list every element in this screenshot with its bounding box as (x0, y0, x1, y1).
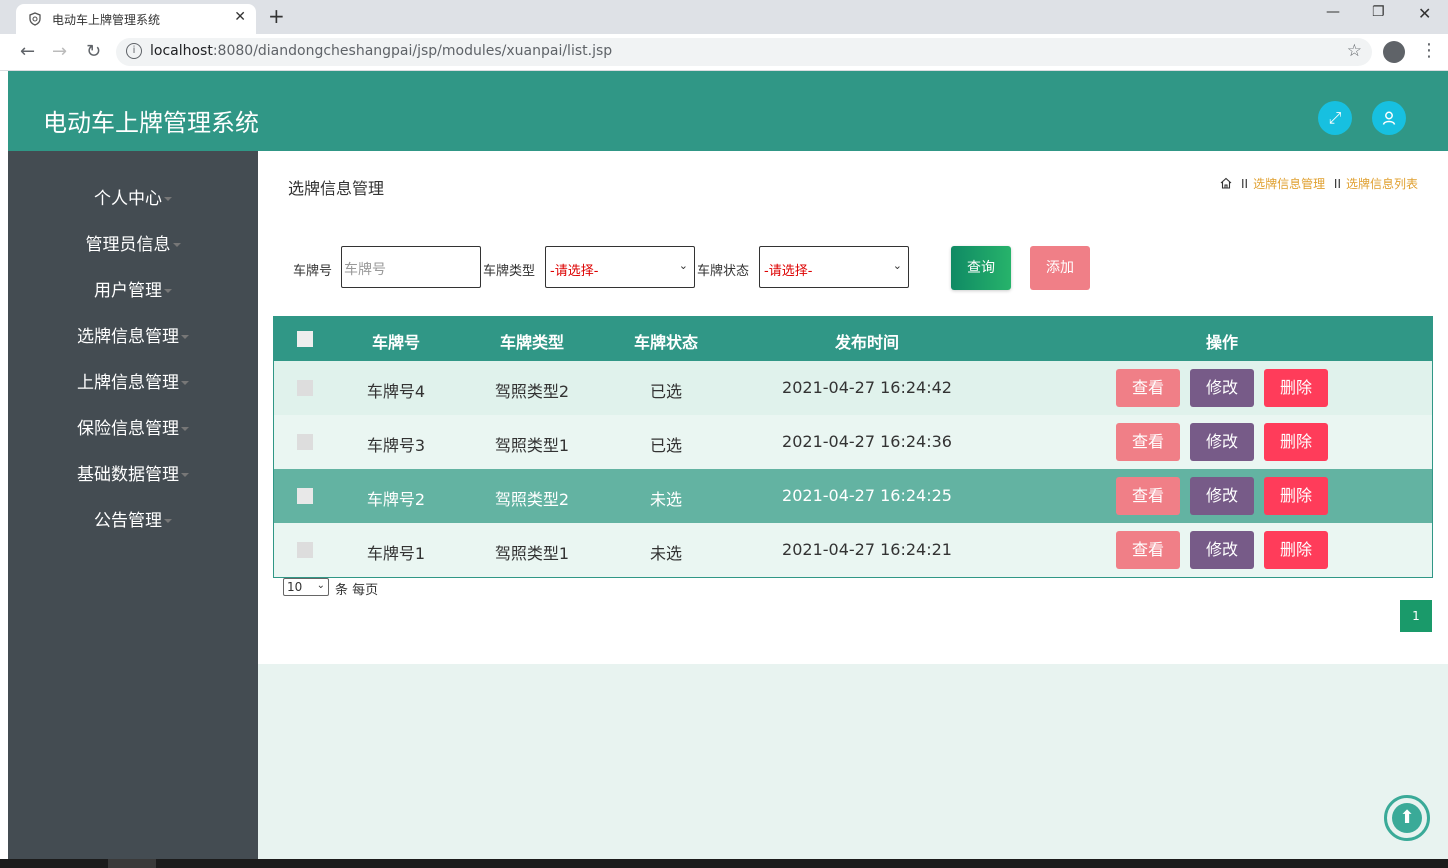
content-footer-area (258, 664, 1448, 859)
scroll-to-top-button[interactable]: ⬆ (1384, 795, 1430, 841)
sidebar-item-user-management[interactable]: 用户管理 (8, 276, 258, 301)
sidebar-item-plate-registration[interactable]: 上牌信息管理 (8, 368, 258, 393)
browser-tab[interactable]: 电动车上牌管理系统 ✕ (16, 4, 256, 34)
col-header-time: 发布时间 (834, 333, 899, 352)
edit-button[interactable]: 修改 (1190, 531, 1254, 569)
sidebar-item-plate-selection[interactable]: 选牌信息管理 (8, 322, 258, 347)
row-checkbox[interactable] (297, 542, 313, 558)
taskbar-item[interactable] (108, 859, 156, 868)
select-all-checkbox[interactable] (297, 331, 313, 347)
delete-button[interactable]: 删除 (1264, 531, 1328, 569)
edit-button[interactable]: 修改 (1190, 423, 1254, 461)
fullscreen-icon[interactable]: ⤢ (1318, 101, 1352, 135)
query-button[interactable]: 查询 (951, 246, 1011, 290)
bookmark-star-icon[interactable]: ☆ (1347, 41, 1362, 61)
delete-button[interactable]: 删除 (1264, 423, 1328, 461)
sidebar-item-announcements[interactable]: 公告管理 (8, 506, 258, 531)
caret-down-icon (181, 473, 189, 477)
table-row: 车牌号2 驾照类型2 未选 2021-04-27 16:24:25 查看 修改 … (274, 469, 1432, 523)
col-header-actions: 操作 (1205, 333, 1238, 352)
url-text: localhost:8080/diandongcheshangpai/jsp/m… (150, 43, 613, 59)
plate-type-label: 车牌类型 (483, 264, 536, 279)
caret-down-icon (172, 243, 181, 247)
reload-icon[interactable]: ↻ (86, 41, 101, 62)
info-icon[interactable]: i (126, 43, 142, 59)
caret-down-icon (181, 427, 189, 431)
main-content: 选牌信息管理 II 选牌信息管理 II 选牌信息列表 车牌号 车牌号 车牌类型 -请… (258, 151, 1448, 664)
table-row: 车牌号1 驾照类型1 未选 2021-04-27 16:24:21 查看 修改 … (274, 523, 1432, 577)
page-size-select[interactable]: 10 ⌄ (283, 578, 329, 596)
page-size-suffix: 条 每页 (335, 583, 379, 598)
add-button[interactable]: 添加 (1030, 246, 1090, 290)
shield-icon (29, 12, 41, 26)
plate-search-input[interactable]: 车牌号 (341, 246, 481, 288)
profile-icon[interactable] (1383, 41, 1405, 63)
sidebar-item-admin-info[interactable]: 管理员信息 (8, 230, 258, 255)
page-edge (0, 71, 8, 859)
plate-label: 车牌号 (293, 264, 333, 279)
restore-icon[interactable]: ❐ (1372, 4, 1385, 20)
plate-type-select[interactable]: -请选择- ⌄ (545, 246, 695, 288)
page-number-button[interactable]: 1 (1400, 600, 1432, 632)
back-icon[interactable]: ← (20, 41, 35, 62)
app-title: 电动车上牌管理系统 (43, 109, 259, 137)
view-button[interactable]: 查看 (1116, 369, 1180, 407)
address-bar: ← → ↻ i localhost:8080/diandongcheshangp… (0, 34, 1448, 71)
window-close-icon[interactable]: ✕ (1418, 4, 1431, 23)
caret-down-icon (164, 519, 172, 523)
url-field[interactable]: i localhost:8080/diandongcheshangpai/jsp… (116, 38, 1372, 66)
breadcrumb-link-list[interactable]: 选牌信息列表 (1346, 177, 1418, 191)
plate-table: 车牌号 车牌类型 车牌状态 发布时间 操作 车牌号4 驾照类型2 已选 2021… (273, 316, 1433, 578)
view-button[interactable]: 查看 (1116, 477, 1180, 515)
view-button[interactable]: 查看 (1116, 423, 1180, 461)
edit-button[interactable]: 修改 (1190, 369, 1254, 407)
table-row: 车牌号3 驾照类型1 已选 2021-04-27 16:24:36 查看 修改 … (274, 415, 1432, 469)
arrow-up-icon: ⬆ (1392, 803, 1422, 833)
view-button[interactable]: 查看 (1116, 531, 1180, 569)
caret-down-icon (181, 381, 189, 385)
col-header-status: 车牌状态 (633, 333, 698, 352)
row-checkbox[interactable] (297, 488, 313, 504)
table-header: 车牌号 车牌类型 车牌状态 发布时间 操作 (274, 317, 1432, 361)
browser-tabbar: 电动车上牌管理系统 ✕ + — ❐ ✕ (0, 0, 1448, 34)
user-icon[interactable] (1372, 101, 1406, 135)
tab-title: 电动车上牌管理系统 (52, 13, 161, 27)
caret-down-icon (164, 289, 172, 293)
chevron-down-icon: ⌄ (892, 259, 902, 272)
sidebar-item-base-data[interactable]: 基础数据管理 (8, 460, 258, 485)
breadcrumb: II 选牌信息管理 II 选牌信息列表 (1220, 175, 1418, 192)
new-tab-icon[interactable]: + (268, 4, 285, 28)
forward-icon[interactable]: → (52, 41, 67, 62)
caret-down-icon (181, 335, 189, 339)
chevron-down-icon: ⌄ (316, 580, 325, 591)
taskbar (0, 859, 1448, 868)
chevron-down-icon: ⌄ (678, 259, 688, 272)
minimize-icon[interactable]: — (1326, 4, 1340, 20)
sidebar-item-insurance[interactable]: 保险信息管理 (8, 414, 258, 439)
row-checkbox[interactable] (297, 434, 313, 450)
page-title: 选牌信息管理 (288, 179, 385, 198)
table-row: 车牌号4 驾照类型2 已选 2021-04-27 16:24:42 查看 修改 … (274, 361, 1432, 415)
col-header-type: 车牌类型 (499, 333, 564, 352)
home-icon[interactable] (1220, 177, 1232, 189)
col-header-plate: 车牌号 (371, 333, 420, 352)
delete-button[interactable]: 删除 (1264, 477, 1328, 515)
caret-down-icon (164, 197, 172, 201)
plate-status-select[interactable]: -请选择- ⌄ (759, 246, 909, 288)
sidebar: 个人中心 管理员信息 用户管理 选牌信息管理 上牌信息管理 保险信息管理 基础数… (8, 151, 258, 859)
edit-button[interactable]: 修改 (1190, 477, 1254, 515)
row-checkbox[interactable] (297, 380, 313, 396)
app-header: 电动车上牌管理系统 ⤢ (8, 71, 1448, 151)
menu-dots-icon[interactable]: ⋮ (1420, 40, 1438, 61)
close-tab-icon[interactable]: ✕ (234, 9, 246, 25)
plate-status-label: 车牌状态 (697, 264, 750, 279)
breadcrumb-link-selection[interactable]: 选牌信息管理 (1253, 177, 1325, 191)
delete-button[interactable]: 删除 (1264, 369, 1328, 407)
sidebar-item-personal-center[interactable]: 个人中心 (8, 184, 258, 209)
